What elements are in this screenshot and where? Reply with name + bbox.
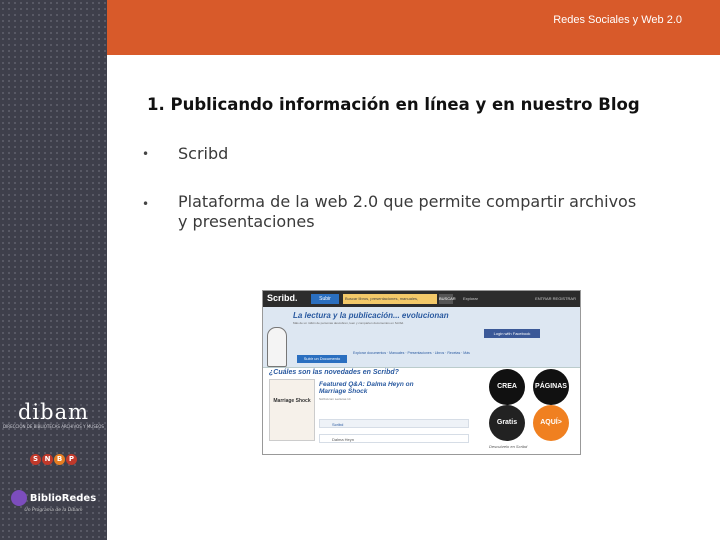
dibam-logo-subtitle: DIRECCIÓN DE BIBLIOTECAS ARCHIVOS Y MUSE… <box>3 424 104 429</box>
header-title: Redes Sociales y Web 2.0 <box>553 14 682 26</box>
promo-circle: Gratis <box>489 405 525 441</box>
bullet-marker: • <box>142 197 150 211</box>
book-cover: Marriage Shock <box>269 379 315 441</box>
section-title: ¿Cuáles son las novedades en Scribd? <box>269 369 399 376</box>
promo-circle: PÁGINAS <box>533 369 569 405</box>
promo-circle: AQUÍ> <box>533 405 569 441</box>
snbp-logo: S N B P <box>0 454 107 465</box>
biblioredes-tagline: Un Programa de la Dibam <box>24 508 83 513</box>
featured-meta: Scribd.com Lecturas 14 <box>319 397 351 401</box>
promo-circle: CREA <box>489 369 525 405</box>
banner-links: Explorar documentos · Manuales · Present… <box>353 351 470 355</box>
scribd-screenshot: Scribd. Subir Buscar libros, presentacio… <box>262 290 581 455</box>
nav-explore: Explorar <box>463 296 478 301</box>
snbp-letter: P <box>66 454 77 465</box>
facebook-login-button: Login with Facebook <box>484 329 540 338</box>
snbp-letter: S <box>30 454 41 465</box>
scribd-logo: Scribd. <box>267 293 298 303</box>
banner-title: La lectura y la publicación... evolucion… <box>293 311 449 320</box>
list-item: Dalma Heyn <box>319 434 469 443</box>
upload-button: Subir <box>311 294 339 304</box>
bullet-text: Scribd <box>178 144 229 163</box>
list-item: Scribd <box>319 419 469 428</box>
person-illustration-icon <box>267 327 287 367</box>
scribd-topbar: Scribd. Subir Buscar libros, presentacio… <box>263 291 580 311</box>
biblioredes-logo: BiblioRedes <box>0 490 107 506</box>
search-input: Buscar libros, presentaciones, manuales,… <box>343 294 437 311</box>
bullet-text: Plataforma de la web 2.0 que permite com… <box>178 192 637 231</box>
promo-circles: CREA PÁGINAS Gratis AQUÍ> <box>489 369 573 441</box>
snbp-letter: N <box>42 454 53 465</box>
search-button: BUSCAR <box>439 294 456 304</box>
promo-caption: Descubrelo en Scribd <box>489 444 528 449</box>
dibam-logo: dibam DIRECCIÓN DE BIBLIOTECAS ARCHIVOS … <box>0 400 107 429</box>
biblioredes-icon <box>10 490 27 506</box>
header-bar: Redes Sociales y Web 2.0 <box>107 0 720 55</box>
book-title: Marriage Shock <box>273 398 311 404</box>
snbp-letter: B <box>54 454 65 465</box>
banner-upload-button: Subir un Documento <box>297 355 347 363</box>
dibam-logo-word: dibam <box>17 400 90 424</box>
banner-text: Más de un millón de personas descubren, … <box>293 321 405 325</box>
scribd-banner: La lectura y la publicación... evolucion… <box>263 307 580 368</box>
biblioredes-word: BiblioRedes <box>29 492 97 504</box>
bullet-marker: • <box>142 147 150 161</box>
featured-title: Featured Q&A: Dalma Heyn on Marriage Sho… <box>319 381 414 395</box>
slide-title: 1. Publicando información en línea y en … <box>147 95 640 114</box>
nav-account: ENTRAR REGISTRAR <box>535 296 576 301</box>
